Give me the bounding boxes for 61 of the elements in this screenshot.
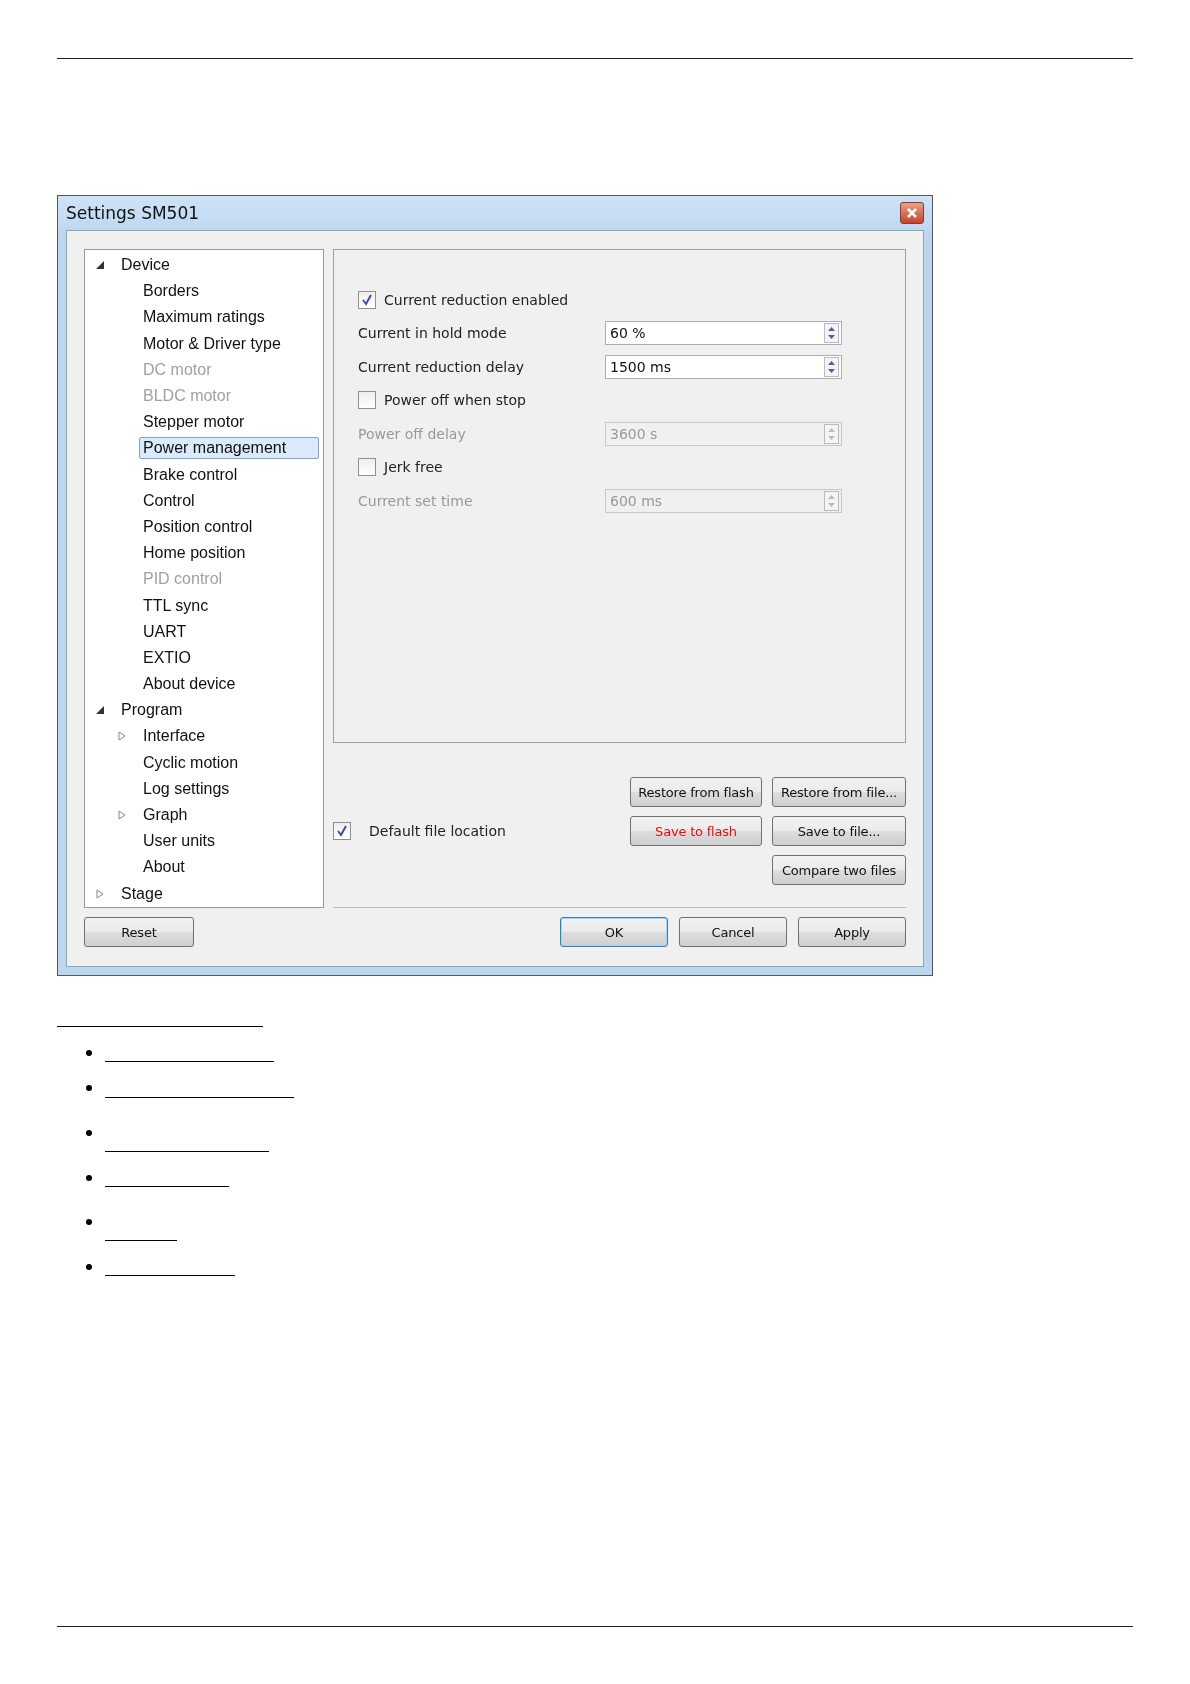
checkbox[interactable] [358,391,376,410]
tree-item[interactable]: Stepper motor [139,411,249,434]
bullet-icon [86,1130,92,1136]
reset-button[interactable]: Reset [84,917,194,947]
expanded-arrow-icon[interactable] [95,705,105,716]
file-button[interactable]: Restore from file... [772,777,906,807]
tree-item[interactable]: Position control [139,515,257,538]
tree-item[interactable]: Power management [139,437,319,460]
close-icon [906,207,918,219]
tree-item[interactable]: Borders [139,280,204,303]
close-button[interactable] [900,202,924,224]
dialog-button[interactable]: Apply [798,917,906,947]
collapsed-arrow-icon[interactable] [117,731,127,742]
field-label: Current set time [358,492,474,509]
checkbox[interactable] [358,458,376,477]
collapsed-arrow-icon[interactable] [117,810,127,821]
checkbox-label: Power off when stop [384,392,526,409]
bullet-icon [86,1049,92,1056]
file-button[interactable]: Compare two files [772,855,906,885]
tree-item[interactable]: Control [139,489,199,512]
tree-item[interactable]: TTL sync [139,594,213,617]
tree-item[interactable]: Brake control [139,463,242,486]
spin-field[interactable]: 1500 ms [605,354,842,379]
field-label: Current reduction delay [358,358,526,375]
bullet-icon [86,1263,92,1270]
field-label: Power off delay [358,425,467,442]
tree-item[interactable]: Motor & Driver type [139,332,285,355]
bullet-icon [86,1085,92,1091]
tree-item[interactable]: UART [139,620,191,643]
spin-arrows-icon[interactable] [824,323,839,344]
expanded-arrow-icon[interactable] [95,260,105,271]
tree-item[interactable]: Stage [117,882,167,905]
tree-item[interactable]: User units [139,830,220,853]
tree-item[interactable]: Cyclic motion [139,751,243,774]
tree-item[interactable]: Home position [139,542,250,565]
tree-item[interactable]: EXTIO [139,646,195,669]
file-button[interactable]: Save to file... [772,816,906,846]
tree-item[interactable]: About [139,856,189,879]
collapsed-arrow-icon[interactable] [95,888,105,899]
file-button[interactable]: Restore from flash [630,777,762,807]
checkbox-label: Default file location [369,823,506,839]
dialog-button[interactable]: OK [560,917,668,947]
tree-item[interactable]: Graph [139,804,192,827]
checkbox[interactable] [358,290,376,309]
tree-item[interactable]: Device [117,254,174,277]
checkbox-label: Current reduction enabled [384,291,569,308]
bullet-icon [86,1174,92,1181]
tree-item[interactable]: Log settings [139,777,234,800]
checkbox-label: Jerk free [384,459,443,476]
file-button[interactable]: Save to flash [630,816,762,846]
dialog-button[interactable]: Cancel [679,917,787,947]
field-label: Current in hold mode [358,325,508,342]
tree-item[interactable]: Program [117,699,187,722]
bullet-icon [86,1219,92,1225]
tree-item[interactable]: Interface [139,725,210,748]
window-title: Settings SM501 [66,203,200,223]
spin-field[interactable]: 60 % [605,321,842,346]
tree-item[interactable]: About device [139,673,240,696]
spin-arrows-icon[interactable] [824,356,839,377]
checkbox[interactable] [333,822,351,840]
tree-item[interactable]: Maximum ratings [139,306,269,329]
